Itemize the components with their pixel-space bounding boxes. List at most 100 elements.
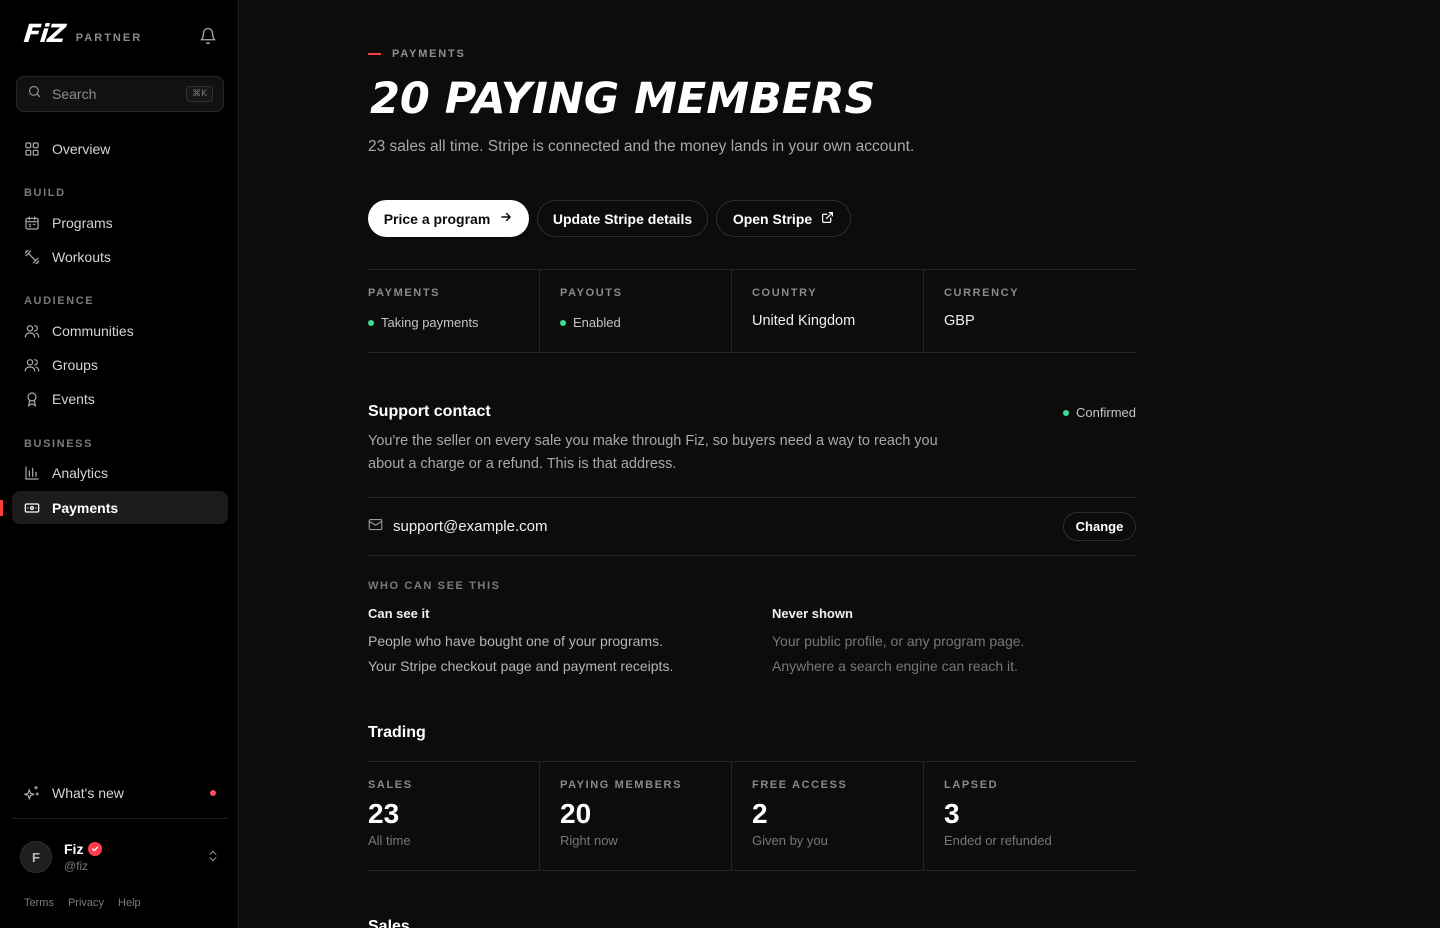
account-switcher[interactable]: F Fiz @fiz: [20, 840, 220, 874]
privacy-link[interactable]: Privacy: [68, 897, 104, 909]
status-text: Taking payments: [381, 315, 479, 330]
section-build: BUILD: [24, 187, 66, 199]
status-dot: [1063, 409, 1070, 416]
sidebar-item-workouts[interactable]: Workouts: [12, 240, 228, 273]
sidebar-item-events[interactable]: Events: [12, 382, 228, 415]
mail-icon: [368, 517, 383, 537]
button-label: Price a program: [383, 210, 491, 227]
payments-status: PAYMENTS Taking payments: [368, 287, 538, 369]
banknote-icon: [24, 500, 40, 516]
search-box[interactable]: ⌘K: [16, 76, 224, 112]
list-item: Anywhere a search engine can reach it.: [772, 658, 1018, 674]
never-shown-column: Never shown Your public profile, or any …: [772, 606, 1152, 679]
sidebar-item-label: Payments: [52, 499, 119, 516]
bell-icon[interactable]: [199, 27, 217, 45]
terms-link[interactable]: Terms: [24, 897, 54, 909]
currency-stat: CURRENCY GBP: [944, 287, 1114, 369]
badge-text: Confirmed: [1076, 405, 1136, 420]
calendar-icon: [24, 215, 40, 231]
list-item: Your Stripe checkout page and payment re…: [368, 658, 674, 674]
stat-label: PAYOUTS: [560, 287, 623, 299]
sidebar-item-label: Analytics: [52, 464, 109, 481]
stat-label: COUNTRY: [752, 287, 818, 299]
notification-dot: [210, 790, 216, 796]
sidebar-item-label: Groups: [52, 356, 98, 373]
sidebar-item-programs[interactable]: Programs: [12, 206, 228, 239]
sidebar-item-analytics[interactable]: Analytics: [12, 456, 228, 489]
sidebar-item-overview[interactable]: Overview: [12, 132, 228, 165]
stat-label: LAPSED: [944, 779, 999, 791]
sidebar-item-label: Events: [52, 390, 95, 407]
user-handle: @fiz: [64, 859, 89, 873]
status-dot: [368, 319, 374, 326]
divider: [12, 818, 228, 819]
status-indicator: Enabled: [560, 315, 730, 330]
stat-value: United Kingdom: [752, 313, 856, 329]
list-item: People who have bought one of your progr…: [368, 633, 663, 649]
visibility-label: WHO CAN SEE THIS: [368, 580, 501, 592]
footer-links: Terms Privacy Help: [24, 897, 141, 909]
button-label: Update Stripe details: [552, 210, 693, 227]
external-link-icon: [812, 211, 834, 227]
country-stat: COUNTRY United Kingdom: [752, 287, 922, 369]
section-audience: AUDIENCE: [24, 295, 95, 307]
stat-label: SALES: [368, 779, 413, 791]
page-title: 20 PAYING MEMBERS: [370, 74, 876, 124]
divider: [368, 870, 1136, 871]
column-heading: Never shown: [772, 606, 853, 621]
change-email-button[interactable]: Change: [1063, 512, 1136, 541]
divider: [923, 762, 924, 870]
brand: FiZ PARTNER: [23, 19, 142, 48]
stat-number: 2: [752, 798, 768, 829]
stat-caption: Right now: [560, 833, 618, 848]
price-program-button[interactable]: Price a program: [368, 200, 529, 237]
award-icon: [24, 391, 40, 407]
divider: [368, 352, 1136, 353]
divider: [731, 762, 732, 870]
sparkles-icon: [24, 785, 40, 801]
status-text: Enabled: [573, 315, 621, 330]
users-icon: [24, 357, 40, 373]
user-meta: Fiz @fiz: [64, 841, 103, 873]
fiz-logo[interactable]: FiZ: [23, 19, 67, 48]
divider: [923, 270, 924, 352]
whats-new-label: What's new: [52, 784, 124, 801]
status-dot: [560, 319, 566, 326]
open-stripe-button[interactable]: Open Stripe: [716, 200, 851, 237]
eyebrow: PAYMENTS: [368, 48, 466, 60]
grid-icon: [24, 141, 40, 157]
sidebar-item-communities[interactable]: Communities: [12, 314, 228, 347]
payouts-status: PAYOUTS Enabled: [560, 287, 730, 369]
sidebar-item-groups[interactable]: Groups: [12, 348, 228, 381]
divider: [539, 270, 540, 352]
stat-value: GBP: [944, 313, 975, 329]
update-stripe-button[interactable]: Update Stripe details: [537, 200, 708, 237]
whats-new-button[interactable]: What's new: [12, 776, 228, 809]
free-access-stat: FREE ACCESS 2 Given by you: [752, 779, 922, 861]
chevrons-up-down-icon[interactable]: [206, 849, 220, 868]
sales-section-title: Sales: [368, 918, 410, 928]
eyebrow-label: PAYMENTS: [392, 48, 466, 60]
support-contact-title: Support contact: [368, 403, 491, 420]
stat-caption: All time: [368, 833, 411, 848]
sidebar-item-label: Workouts: [52, 248, 111, 265]
divider: [368, 761, 1136, 762]
active-indicator: [0, 500, 3, 516]
dumbbell-icon: [24, 249, 40, 265]
divider: [539, 762, 540, 870]
sidebar-item-payments[interactable]: Payments: [12, 491, 228, 524]
sidebar: FiZ PARTNER ⌘K Overview BUILD Programs W…: [0, 0, 239, 928]
column-heading: Can see it: [368, 606, 430, 621]
status-badge: Confirmed: [1063, 405, 1136, 420]
section-business: BUSINESS: [24, 438, 94, 450]
lapsed-stat: LAPSED 3 Ended or refunded: [944, 779, 1114, 861]
user-name: Fiz: [64, 841, 84, 857]
user-name-row: Fiz: [64, 841, 103, 857]
sidebar-item-label: Programs: [52, 214, 113, 231]
divider: [368, 269, 1136, 270]
help-link[interactable]: Help: [118, 897, 141, 909]
stat-number: 20: [560, 798, 592, 829]
status-indicator: Taking payments: [368, 315, 538, 330]
search-input[interactable]: [52, 86, 172, 102]
accent-dash: [368, 53, 381, 55]
